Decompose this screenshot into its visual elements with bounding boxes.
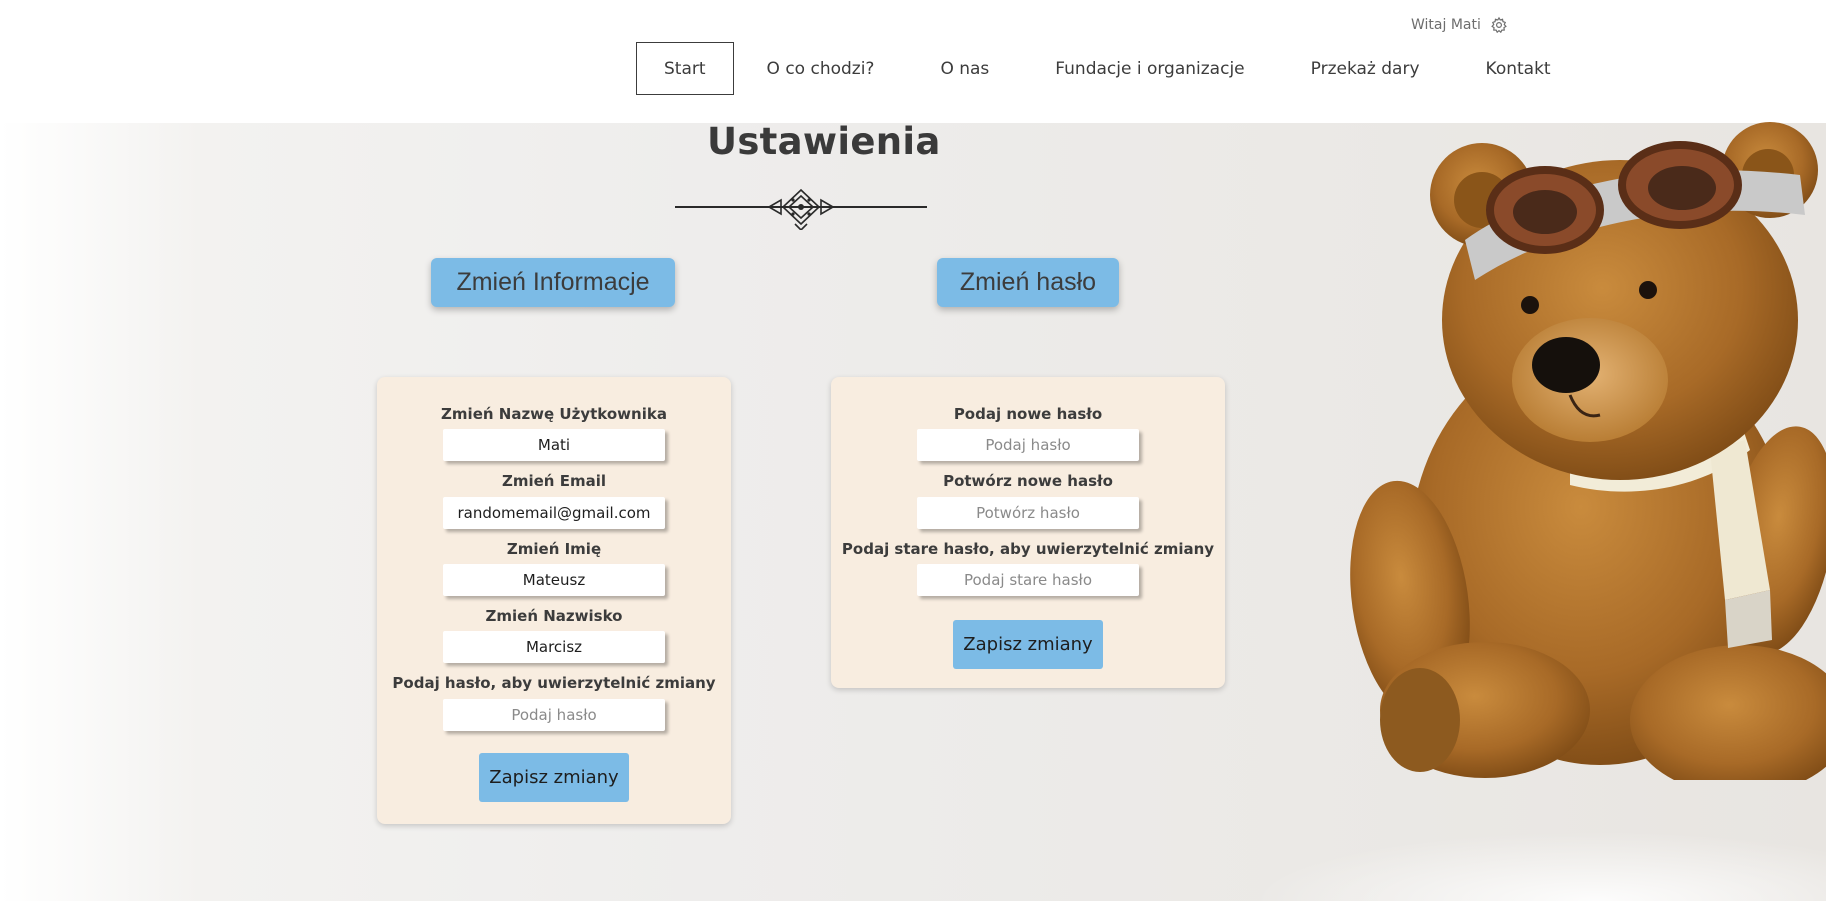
email-input[interactable] bbox=[443, 497, 665, 529]
change-info-form: Zmień Nazwę Użytkownika Zmień Email Zmie… bbox=[377, 377, 731, 824]
nav-item-start[interactable]: Start bbox=[636, 42, 734, 95]
username-input[interactable] bbox=[443, 429, 665, 461]
old-password-label: Podaj stare hasło, aby uwierzytelnić zmi… bbox=[841, 540, 1215, 558]
site-header: Witaj Mati Start O co chodzi? O nas Fund… bbox=[0, 0, 1826, 123]
confirm-password-label: Podaj hasło, aby uwierzytelnić zmiany bbox=[392, 674, 716, 692]
change-info-button[interactable]: Zmień Informacje bbox=[431, 258, 675, 307]
save-password-button[interactable]: Zapisz zmiany bbox=[953, 620, 1103, 669]
save-info-button[interactable]: Zapisz zmiany bbox=[479, 753, 629, 802]
email-label: Zmień Email bbox=[501, 472, 606, 490]
last-name-input[interactable] bbox=[443, 631, 665, 663]
nav-item-o-nas[interactable]: O nas bbox=[907, 42, 1022, 95]
change-password-button[interactable]: Zmień hasło bbox=[937, 258, 1119, 307]
teddy-bear-image bbox=[1350, 122, 1826, 780]
new-password-input[interactable] bbox=[917, 429, 1139, 461]
gear-icon[interactable] bbox=[1490, 16, 1508, 34]
nav-item-fundacje[interactable]: Fundacje i organizacje bbox=[1022, 42, 1277, 95]
username-label: Zmień Nazwę Użytkownika bbox=[441, 405, 667, 423]
first-name-input[interactable] bbox=[443, 564, 665, 596]
old-password-input[interactable] bbox=[917, 564, 1139, 596]
decoration-ornament-icon bbox=[675, 188, 927, 230]
first-name-label: Zmień Imię bbox=[506, 540, 602, 558]
page-title: Ustawienia bbox=[707, 120, 941, 163]
nav-item-o-co-chodzi[interactable]: O co chodzi? bbox=[734, 42, 908, 95]
confirm-password-input[interactable] bbox=[443, 699, 665, 731]
repeat-password-input[interactable] bbox=[917, 497, 1139, 529]
nav-item-przekaz-dary[interactable]: Przekaż dary bbox=[1278, 42, 1453, 95]
main-nav: Start O co chodzi? O nas Fundacje i orga… bbox=[636, 42, 1584, 95]
user-greeting: Witaj Mati bbox=[1411, 17, 1481, 33]
nav-item-kontakt[interactable]: Kontakt bbox=[1453, 42, 1584, 95]
new-password-label: Podaj nowe hasło bbox=[953, 405, 1103, 423]
change-password-form: Podaj nowe hasło Potwórz nowe hasło Poda… bbox=[831, 377, 1225, 688]
repeat-password-label: Potwórz nowe hasło bbox=[943, 472, 1113, 490]
last-name-label: Zmień Nazwisko bbox=[485, 607, 623, 625]
